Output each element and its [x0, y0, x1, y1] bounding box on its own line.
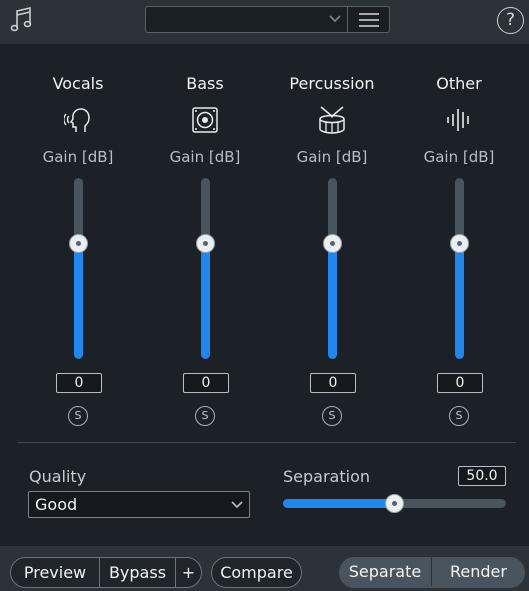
separation-label: Separation: [283, 467, 370, 486]
hamburger-menu-icon: [359, 13, 379, 27]
gain-fader-fill: [455, 243, 464, 359]
waveform-icon: [447, 109, 469, 131]
gain-fader-fill: [74, 243, 83, 359]
gain-value-field[interactable]: 0: [310, 373, 356, 393]
chevron-down-icon: [231, 501, 243, 509]
drum-icon: [319, 106, 345, 134]
gain-fader-thumb[interactable]: [196, 233, 215, 253]
gain-fader-track[interactable]: [201, 178, 210, 359]
music-note-icon[interactable]: [10, 6, 34, 34]
help-button[interactable]: ?: [497, 7, 524, 34]
render-button[interactable]: Render: [432, 557, 525, 586]
compare-button[interactable]: Compare: [212, 558, 301, 587]
gain-fader-thumb[interactable]: [450, 233, 469, 253]
preset-dropdown[interactable]: [145, 6, 348, 33]
channel-title: Vocals: [52, 74, 104, 93]
preview-button[interactable]: Preview: [11, 558, 100, 587]
gain-value-field[interactable]: 0: [437, 373, 483, 393]
separate-button[interactable]: Separate: [339, 557, 432, 586]
bypass-button[interactable]: Bypass: [100, 558, 176, 587]
separation-slider-thumb[interactable]: [385, 494, 404, 513]
channel-percussion: Percussion Gain [dB] 0 S: [277, 70, 387, 430]
quality-label: Quality: [29, 467, 87, 486]
channel-vocals: Vocals Gain [dB] 0 S: [23, 70, 133, 430]
preview-bypass-group: Preview Bypass +: [10, 557, 202, 588]
chevron-down-icon: [329, 15, 341, 23]
gain-fader-thumb[interactable]: [323, 233, 342, 253]
add-button[interactable]: +: [176, 558, 201, 587]
solo-button[interactable]: S: [195, 406, 215, 426]
separation-value-field[interactable]: 50.0: [458, 466, 506, 486]
gain-fader-track[interactable]: [74, 178, 83, 359]
gain-fader-fill: [328, 243, 337, 359]
solo-button[interactable]: S: [68, 406, 88, 426]
process-group: Separate Render: [339, 557, 525, 588]
section-divider: [18, 442, 516, 443]
solo-button[interactable]: S: [322, 406, 342, 426]
gain-fader-thumb[interactable]: [69, 233, 88, 253]
channel-other: Other Gain [dB] 0 S: [404, 70, 514, 430]
head-singing-icon: [64, 108, 90, 132]
quality-dropdown[interactable]: Good: [28, 491, 250, 518]
menu-button[interactable]: [347, 6, 390, 33]
gain-fader-track[interactable]: [455, 178, 464, 359]
top-bar: ?: [0, 0, 529, 44]
gain-label: Gain [dB]: [423, 148, 495, 166]
solo-button[interactable]: S: [449, 406, 469, 426]
compare-group: Compare: [211, 557, 302, 588]
gain-value-field[interactable]: 0: [56, 373, 102, 393]
gain-label: Gain [dB]: [42, 148, 114, 166]
gain-label: Gain [dB]: [296, 148, 368, 166]
speaker-icon: [192, 107, 218, 133]
channel-title: Bass: [186, 74, 224, 93]
separation-slider-fill: [283, 499, 395, 508]
gain-fader-fill: [201, 243, 210, 359]
gain-label: Gain [dB]: [169, 148, 241, 166]
channel-bass: Bass Gain [dB] 0 S: [150, 70, 260, 430]
gain-value-field[interactable]: 0: [183, 373, 229, 393]
channel-title: Percussion: [289, 74, 375, 93]
channel-title: Other: [436, 74, 482, 93]
quality-value: Good: [35, 495, 78, 514]
gain-fader-track[interactable]: [328, 178, 337, 359]
